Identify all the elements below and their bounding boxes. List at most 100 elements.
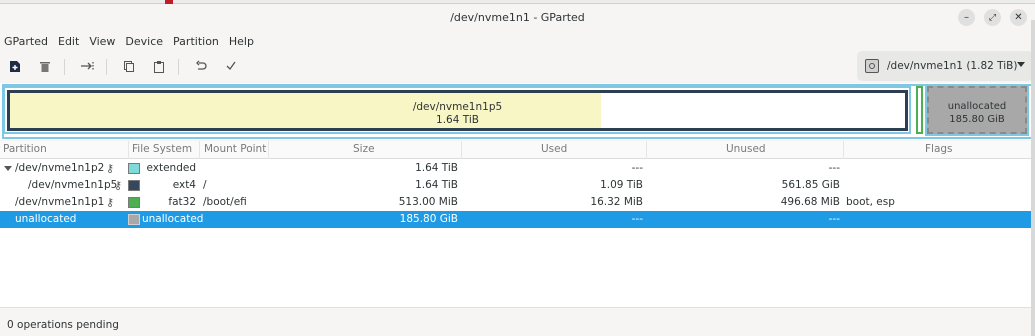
mount-point: / [203, 179, 207, 191]
menu-help[interactable]: Help [225, 35, 260, 48]
menu-partition[interactable]: Partition [169, 35, 225, 48]
unused: 496.68 MiB [780, 196, 840, 208]
copy-button[interactable] [118, 56, 140, 76]
table-row[interactable]: /dev/nvme1n1p5 ⚷ ext4 / 1.64 TiB 1.09 Ti… [0, 177, 1035, 194]
partition-table: Partition File System Mount Point Size U… [0, 141, 1035, 307]
undo-button[interactable] [190, 56, 212, 76]
unused: 561.85 GiB [781, 179, 840, 191]
minimize-button[interactable]: – [958, 9, 975, 26]
filesystem-color-swatch [128, 197, 140, 208]
title-bar[interactable]: /dev/nvme1n1 - GParted – ⤢ ✕ [0, 4, 1035, 30]
toolbar-separator [64, 59, 65, 75]
partition-block-nvme1n1p5[interactable]: /dev/nvme1n1p5 1.64 TiB [7, 90, 908, 131]
column-header-filesystem[interactable]: File System [132, 143, 192, 155]
extended-partition-block[interactable]: /dev/nvme1n1p5 1.64 TiB [3, 86, 911, 134]
size: 1.64 TiB [415, 179, 458, 191]
key-icon: ⚷ [106, 196, 115, 209]
scrollbar-track[interactable] [1031, 20, 1035, 336]
filesystem-color-swatch [128, 214, 140, 225]
key-icon: ⚷ [106, 162, 115, 175]
column-header-partition[interactable]: Partition [3, 143, 47, 155]
mount-point: /boot/efi [203, 196, 247, 208]
filesystem-color-swatch [128, 163, 140, 174]
copy-icon [124, 60, 134, 72]
table-header: Partition File System Mount Point Size U… [0, 141, 1035, 159]
unallocated-block-size: 185.80 GiB [949, 114, 1005, 125]
disk-visual: /dev/nvme1n1p5 1.64 TiB unallocated 185.… [0, 83, 1035, 140]
apply-icon [226, 61, 236, 71]
toolbar-separator [106, 59, 107, 75]
size: 1.64 TiB [415, 162, 458, 174]
operations-pending-status: 0 operations pending [7, 319, 119, 331]
filesystem: unallocated [142, 213, 204, 225]
device-selector[interactable]: /dev/nvme1n1 (1.82 TiB) [857, 51, 1033, 81]
delete-icon [40, 61, 50, 72]
menu-gparted[interactable]: GParted [0, 35, 54, 48]
maximize-button[interactable]: ⤢ [984, 9, 1001, 26]
used: --- [631, 213, 643, 225]
filesystem-color-swatch [128, 180, 140, 191]
column-separator [646, 141, 647, 159]
column-header-size[interactable]: Size [353, 143, 375, 155]
menu-view[interactable]: View [85, 35, 121, 48]
unallocated-block-label: unallocated 185.80 GiB [929, 100, 1025, 126]
size: 513.00 MiB [398, 196, 458, 208]
table-row[interactable]: unallocated unallocated 185.80 GiB --- -… [0, 211, 1035, 228]
close-button[interactable]: ✕ [1010, 9, 1027, 26]
filesystem: extended [146, 162, 196, 174]
paste-icon [154, 60, 164, 73]
menu-bar: GParted Edit View Device Partition Help [0, 31, 260, 51]
flags: boot, esp [846, 196, 895, 208]
status-bar: 0 operations pending [0, 307, 1035, 336]
window-title: /dev/nvme1n1 - GParted [450, 10, 585, 24]
apply-button[interactable] [220, 56, 242, 76]
column-header-used[interactable]: Used [541, 143, 567, 155]
partition-block-nvme1n1p1[interactable] [916, 86, 923, 134]
partition-name: /dev/nvme1n1p5 [28, 179, 118, 191]
column-separator [268, 141, 269, 159]
filesystem: fat32 [168, 196, 196, 208]
delete-button[interactable] [34, 56, 56, 76]
table-row[interactable]: /dev/nvme1n1p1 ⚷ fat32 /boot/efi 513.00 … [0, 194, 1035, 211]
partition-block-name: /dev/nvme1n1p5 [412, 101, 503, 113]
key-icon: ⚷ [114, 179, 123, 192]
harddisk-icon [865, 59, 879, 73]
used: --- [631, 162, 643, 174]
table-row[interactable]: /dev/nvme1n1p2 ⚷ extended 1.64 TiB --- -… [0, 160, 1035, 177]
close-icon: ✕ [1014, 12, 1023, 23]
column-separator [843, 141, 844, 159]
column-header-unused[interactable]: Unused [726, 143, 766, 155]
paste-button[interactable] [148, 56, 170, 76]
partition-name: /dev/nvme1n1p2 [15, 162, 105, 174]
resize-move-button[interactable] [77, 56, 99, 76]
gparted-window: /dev/nvme1n1 - GParted – ⤢ ✕ GParted Edi… [0, 0, 1035, 336]
maximize-icon: ⤢ [988, 12, 997, 23]
column-separator [461, 141, 462, 159]
used: 16.32 MiB [590, 196, 643, 208]
unused: --- [828, 213, 840, 225]
device-label: /dev/nvme1n1 (1.82 TiB) [887, 60, 1018, 72]
resize-move-icon [81, 62, 94, 70]
unused: --- [828, 162, 840, 174]
menu-device[interactable]: Device [121, 35, 169, 48]
chevron-down-icon[interactable] [4, 166, 12, 171]
unallocated-block[interactable]: unallocated 185.80 GiB [925, 84, 1029, 136]
filesystem: ext4 [172, 179, 196, 191]
used: 1.09 TiB [600, 179, 643, 191]
menu-edit[interactable]: Edit [54, 35, 85, 48]
column-separator [128, 141, 129, 159]
new-partition-icon [10, 60, 20, 72]
partition-name: unallocated [15, 213, 77, 225]
undo-icon [196, 60, 207, 70]
window-controls: – ⤢ ✕ [958, 9, 1027, 26]
minimize-icon: – [964, 12, 969, 23]
chevron-down-icon [1017, 62, 1025, 67]
column-header-flags[interactable]: Flags [925, 143, 953, 155]
partition-block-size: 1.64 TiB [436, 114, 479, 126]
size: 185.80 GiB [399, 213, 458, 225]
toolbar-separator [178, 59, 179, 75]
partition-name: /dev/nvme1n1p1 [15, 196, 105, 208]
column-header-mountpoint[interactable]: Mount Point [204, 143, 266, 155]
new-partition-button[interactable] [4, 56, 26, 76]
partition-block-label: /dev/nvme1n1p5 1.64 TiB [10, 101, 905, 127]
